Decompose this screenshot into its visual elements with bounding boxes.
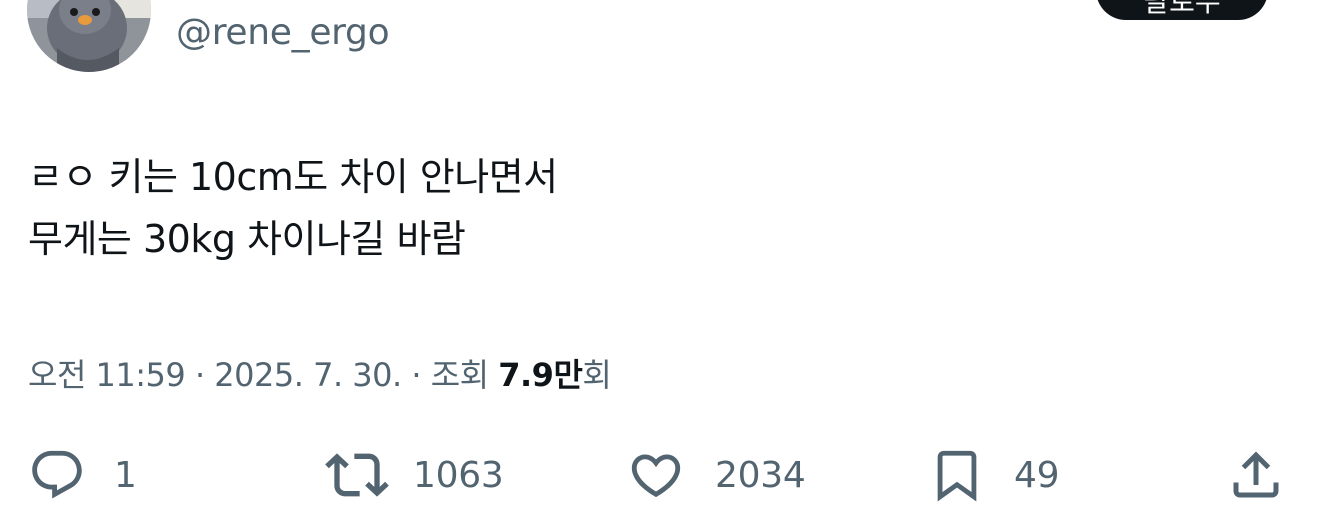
tweet-date[interactable]: 2025. 7. 30. — [214, 356, 402, 394]
avatar-image — [27, 0, 151, 72]
bookmark-button[interactable]: 49 — [928, 440, 1060, 510]
reply-count: 1 — [114, 454, 137, 496]
views-suffix: 회 — [582, 356, 612, 394]
follow-button[interactable]: 팔로우 — [1096, 0, 1268, 20]
like-button[interactable]: 2034 — [627, 440, 806, 510]
views-prefix: 조회 — [430, 356, 489, 394]
reply-button[interactable]: 1 — [28, 440, 137, 510]
follow-button-label: 팔로우 — [1143, 0, 1221, 18]
action-bar: 1 1063 2034 49 — [0, 440, 1320, 510]
heart-icon — [631, 454, 681, 498]
tweet-text-line: 무게는 30kg 차이나길 바람 — [28, 217, 466, 261]
meta-separator: · — [194, 356, 205, 394]
tweet-text-line: ㄹㅇ 키는 10cm도 차이 안나면서 — [28, 155, 558, 199]
views-count: 7.9만 — [498, 356, 583, 394]
share-button[interactable] — [1226, 440, 1286, 510]
tweet-text: ㄹㅇ 키는 10cm도 차이 안나면서 무게는 30kg 차이나길 바람 — [28, 146, 558, 270]
avatar[interactable] — [27, 0, 151, 72]
bookmark-count: 49 — [1014, 454, 1060, 496]
retweet-icon — [325, 453, 389, 497]
like-count: 2034 — [715, 454, 806, 496]
tweet-time[interactable]: 오전 11:59 — [28, 356, 186, 394]
user-handle[interactable]: @rene_ergo — [176, 12, 390, 53]
share-icon — [1233, 451, 1279, 498]
retweet-count: 1063 — [413, 454, 504, 496]
bookmark-icon — [937, 450, 977, 502]
retweet-button[interactable]: 1063 — [325, 440, 504, 510]
reply-icon — [32, 450, 82, 499]
tweet-detail: @rene_ergo 팔로우 ㄹㅇ 키는 10cm도 차이 안나면서 무게는 3… — [0, 0, 1320, 515]
meta-separator: · — [411, 356, 422, 394]
tweet-meta: 오전 11:59 · 2025. 7. 30. · 조회 7.9만회 — [28, 350, 612, 396]
